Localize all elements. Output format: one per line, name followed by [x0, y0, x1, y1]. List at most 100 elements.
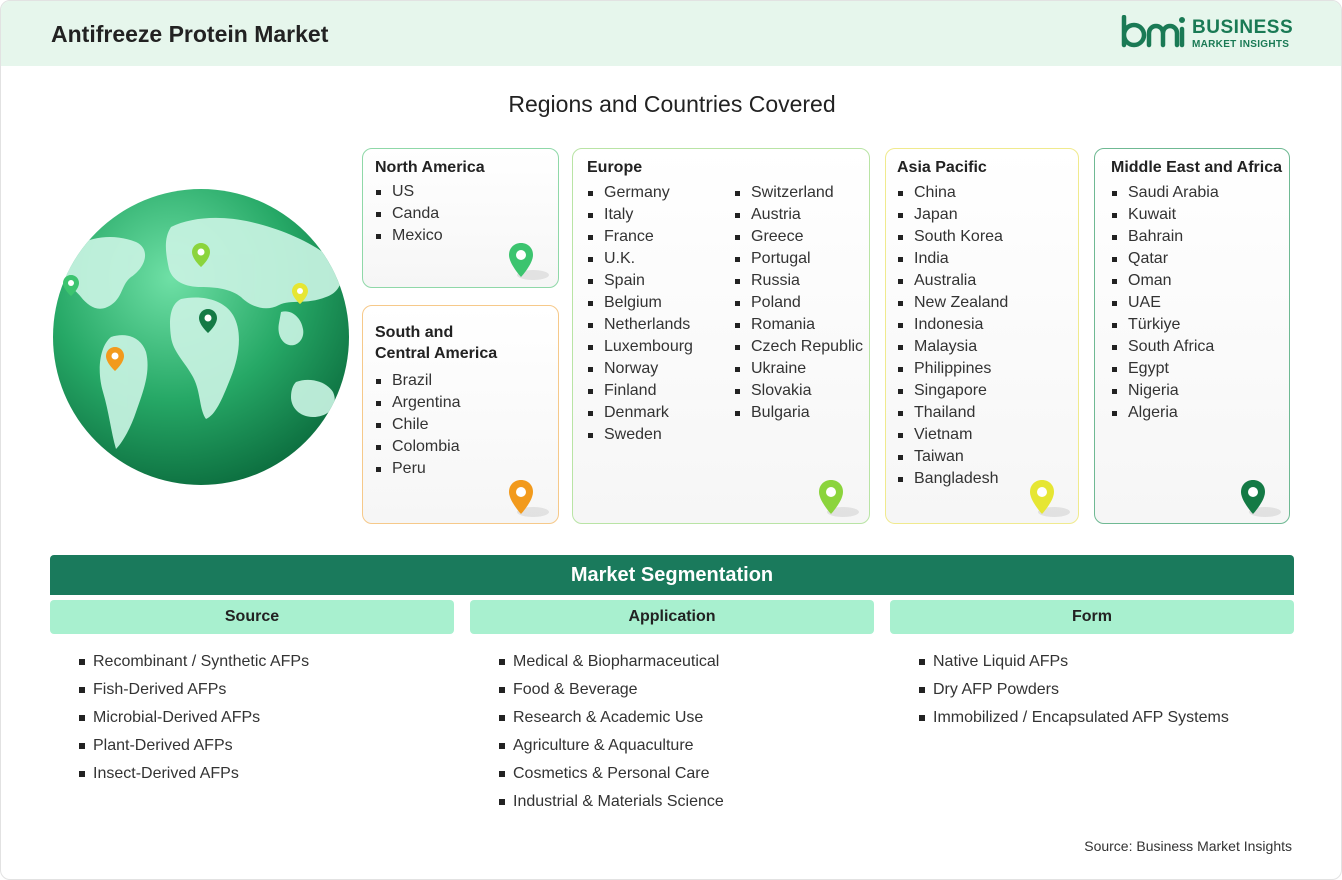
- country-item: Bangladesh: [897, 468, 1008, 490]
- location-pin-icon: [819, 480, 859, 517]
- country-item: Russia: [734, 270, 863, 292]
- country-item: Czech Republic: [734, 336, 863, 358]
- segmentation-banner: Market Segmentation: [50, 555, 1294, 595]
- segment-item: Fish-Derived AFPs: [79, 679, 309, 707]
- country-item: Germany: [587, 182, 693, 204]
- country-item: Canda: [375, 203, 443, 225]
- segment-item: Recombinant / Synthetic AFPs: [79, 651, 309, 679]
- segment-item: Food & Beverage: [499, 679, 724, 707]
- region-card-europe: Europe Germany Italy France U.K. Spain B…: [572, 148, 870, 524]
- country-item: Spain: [587, 270, 693, 292]
- country-list: US Canda Mexico: [375, 181, 443, 247]
- infographic-frame: Antifreeze Protein Market BUSINESS MARKE…: [0, 0, 1342, 880]
- location-pin-icon: [1030, 480, 1070, 517]
- segment-list-application: Medical & Biopharmaceutical Food & Bever…: [499, 651, 724, 819]
- region-title: North America: [375, 159, 485, 176]
- bmi-logo-mark-icon: [1121, 15, 1185, 48]
- country-item: UAE: [1111, 292, 1219, 314]
- segment-item: Research & Academic Use: [499, 707, 724, 735]
- segment-list-source: Recombinant / Synthetic AFPs Fish-Derive…: [79, 651, 309, 791]
- globe-icon: [53, 189, 349, 485]
- country-item: Bahrain: [1111, 226, 1219, 248]
- country-item: Egypt: [1111, 358, 1219, 380]
- location-pin-icon: [509, 480, 549, 517]
- country-item: New Zealand: [897, 292, 1008, 314]
- country-item: Chile: [375, 414, 461, 436]
- region-title-line: South and: [375, 324, 454, 341]
- source-note: Source: Business Market Insights: [1084, 838, 1292, 854]
- segment-list-form: Native Liquid AFPs Dry AFP Powders Immob…: [919, 651, 1229, 735]
- country-item: Peru: [375, 458, 461, 480]
- country-item: Bulgaria: [734, 402, 863, 424]
- country-item: South Africa: [1111, 336, 1219, 358]
- segment-item: Immobilized / Encapsulated AFP Systems: [919, 707, 1229, 735]
- country-item: Italy: [587, 204, 693, 226]
- segment-heading-application: Application: [470, 600, 874, 634]
- segment-item: Industrial & Materials Science: [499, 791, 724, 819]
- segment-item: Plant-Derived AFPs: [79, 735, 309, 763]
- location-pin-icon: [509, 243, 549, 280]
- segment-heading-source: Source: [50, 600, 454, 634]
- country-item: Oman: [1111, 270, 1219, 292]
- country-item: Romania: [734, 314, 863, 336]
- country-item: Indonesia: [897, 314, 1008, 336]
- segment-item: Microbial-Derived AFPs: [79, 707, 309, 735]
- segment-item: Native Liquid AFPs: [919, 651, 1229, 679]
- country-item: India: [897, 248, 1008, 270]
- country-item: Ukraine: [734, 358, 863, 380]
- country-item: Nigeria: [1111, 380, 1219, 402]
- region-card-south-central-america: South and Central America Brazil Argenti…: [362, 305, 559, 524]
- country-item: Algeria: [1111, 402, 1219, 424]
- segment-item: Agriculture & Aquaculture: [499, 735, 724, 763]
- country-item: Saudi Arabia: [1111, 182, 1219, 204]
- country-item: Portugal: [734, 248, 863, 270]
- country-list: Saudi Arabia Kuwait Bahrain Qatar Oman U…: [1111, 182, 1219, 424]
- country-item: Australia: [897, 270, 1008, 292]
- country-item: Greece: [734, 226, 863, 248]
- region-card-middle-east-africa: Middle East and Africa Saudi Arabia Kuwa…: [1094, 148, 1290, 524]
- country-item: Luxembourg: [587, 336, 693, 358]
- country-item: Türkiye: [1111, 314, 1219, 336]
- country-item: Taiwan: [897, 446, 1008, 468]
- country-item: Colombia: [375, 436, 461, 458]
- country-item: Switzerland: [734, 182, 863, 204]
- country-item: France: [587, 226, 693, 248]
- region-title: Europe: [587, 159, 643, 176]
- country-item: Mexico: [375, 225, 443, 247]
- country-item: US: [375, 181, 443, 203]
- country-list-col2: Switzerland Austria Greece Portugal Russ…: [734, 182, 863, 424]
- country-item: Finland: [587, 380, 693, 402]
- country-item: Norway: [587, 358, 693, 380]
- country-item: Argentina: [375, 392, 461, 414]
- segment-item: Dry AFP Powders: [919, 679, 1229, 707]
- country-item: Denmark: [587, 402, 693, 424]
- country-item: Netherlands: [587, 314, 693, 336]
- region-title: Middle East and Africa: [1111, 159, 1282, 176]
- country-item: Malaysia: [897, 336, 1008, 358]
- country-item: U.K.: [587, 248, 693, 270]
- country-list: Brazil Argentina Chile Colombia Peru: [375, 370, 461, 480]
- country-item: Qatar: [1111, 248, 1219, 270]
- regions-title: Regions and Countries Covered: [508, 91, 836, 117]
- header-bar: Antifreeze Protein Market BUSINESS MARKE…: [1, 1, 1341, 66]
- segment-item: Medical & Biopharmaceutical: [499, 651, 724, 679]
- country-item: Japan: [897, 204, 1008, 226]
- country-item: Slovakia: [734, 380, 863, 402]
- country-item: China: [897, 182, 1008, 204]
- country-item: Singapore: [897, 380, 1008, 402]
- region-card-asia-pacific: Asia Pacific China Japan South Korea Ind…: [885, 148, 1079, 524]
- region-card-north-america: North America US Canda Mexico: [362, 148, 559, 288]
- region-title-line: Central America: [375, 345, 498, 362]
- location-pin-icon: [1241, 480, 1281, 517]
- country-list: China Japan South Korea India Australia …: [897, 182, 1008, 490]
- region-title: South and Central America: [375, 322, 497, 364]
- country-list-col1: Germany Italy France U.K. Spain Belgium …: [587, 182, 693, 446]
- segment-heading-form: Form: [890, 600, 1294, 634]
- country-item: Philippines: [897, 358, 1008, 380]
- country-item: South Korea: [897, 226, 1008, 248]
- country-item: Austria: [734, 204, 863, 226]
- segment-item: Cosmetics & Personal Care: [499, 763, 724, 791]
- country-item: Vietnam: [897, 424, 1008, 446]
- bmi-logo: BUSINESS MARKET INSIGHTS: [1121, 15, 1301, 55]
- country-item: Sweden: [587, 424, 693, 446]
